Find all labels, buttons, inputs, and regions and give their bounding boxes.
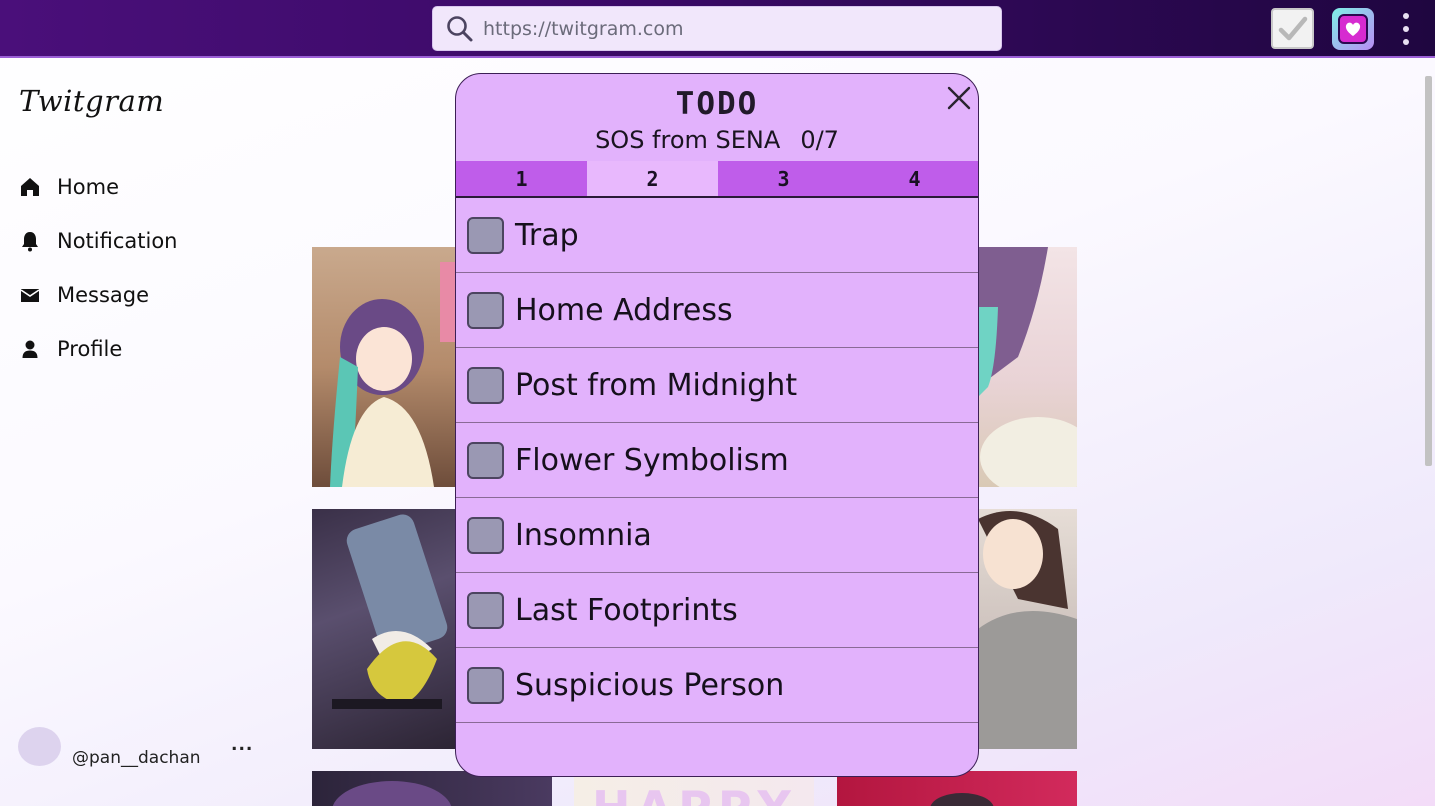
progress-count: 0/7 xyxy=(800,126,839,154)
check-icon xyxy=(1278,16,1307,40)
tab-1[interactable]: 1 xyxy=(456,161,587,196)
todo-item-trap[interactable]: Trap xyxy=(456,198,978,273)
sidebar-item-home[interactable]: Home xyxy=(19,160,178,214)
person-icon xyxy=(22,340,38,358)
sidebar-item-notification[interactable]: Notification xyxy=(19,214,178,268)
kebab-menu-icon[interactable] xyxy=(1396,10,1416,48)
bell-icon xyxy=(22,232,38,252)
modal-title: TODO xyxy=(675,86,759,122)
modal-subtitle: SOS from SENA 0/7 xyxy=(456,126,978,154)
tab-2[interactable]: 2 xyxy=(587,161,718,196)
case-name: SOS from SENA xyxy=(595,126,781,154)
user-more-button[interactable]: ... xyxy=(231,735,253,755)
todo-checkbox[interactable] xyxy=(467,591,504,629)
sidebar-item-message[interactable]: Message xyxy=(19,268,178,322)
todo-label: Insomnia xyxy=(515,517,652,553)
address-bar[interactable] xyxy=(432,6,1002,51)
todo-tabs: 1 2 3 4 xyxy=(456,161,978,198)
todo-label: Last Footprints xyxy=(515,592,738,628)
current-user[interactable]: @pan__dachan ... xyxy=(18,727,252,768)
browser-toolbar xyxy=(0,0,1435,58)
sidebar-item-label: Message xyxy=(57,283,150,307)
happy-banner-text: HAPPY xyxy=(592,781,797,806)
page-scrollbar-thumb[interactable] xyxy=(1425,76,1432,466)
user-handle: @pan__dachan xyxy=(72,748,201,768)
feed-image-phone-flower[interactable] xyxy=(312,509,457,749)
close-icon[interactable] xyxy=(946,85,972,111)
feed-image-girl-rice[interactable] xyxy=(978,247,1077,487)
todo-checkbox[interactable] xyxy=(467,666,504,704)
todo-toggle-button[interactable] xyxy=(1271,8,1314,49)
todo-label: Flower Symbolism xyxy=(515,442,789,478)
todo-label: Post from Midnight xyxy=(515,367,798,403)
todo-checkbox[interactable] xyxy=(467,291,504,329)
todo-item-home-address[interactable]: Home Address xyxy=(456,273,978,348)
todo-item-suspicious-person[interactable]: Suspicious Person xyxy=(456,648,978,723)
sidebar-nav: Home Notification Message Profile xyxy=(19,160,178,376)
sidebar-item-label: Notification xyxy=(57,229,178,253)
todo-item-insomnia[interactable]: Insomnia xyxy=(456,498,978,573)
todo-checkbox[interactable] xyxy=(467,216,504,254)
avatar[interactable] xyxy=(18,727,61,766)
todo-modal: TODO SOS from SENA 0/7 1 2 3 4 Trap Home … xyxy=(455,73,979,777)
sidebar-item-label: Home xyxy=(57,175,120,199)
todo-label: Suspicious Person xyxy=(515,667,785,703)
todo-label: Home Address xyxy=(515,292,733,328)
todo-item-flower-symbolism[interactable]: Flower Symbolism xyxy=(456,423,978,498)
todo-checkbox[interactable] xyxy=(467,441,504,479)
app-logo: Twitgram xyxy=(19,84,165,118)
tab-3[interactable]: 3 xyxy=(718,161,849,196)
heart-app-icon xyxy=(1338,14,1368,44)
home-icon xyxy=(21,178,39,196)
todo-item-post-from-midnight[interactable]: Post from Midnight xyxy=(456,348,978,423)
feed-image-smiling-woman[interactable] xyxy=(978,509,1077,749)
url-input[interactable] xyxy=(483,17,963,40)
todo-item-last-footprints[interactable]: Last Footprints xyxy=(456,573,978,648)
twitgram-app-button[interactable] xyxy=(1332,8,1374,50)
todo-checkbox[interactable] xyxy=(467,366,504,404)
feed-image-girl-sweater[interactable] xyxy=(312,247,457,487)
envelope-icon xyxy=(20,289,40,302)
tab-4[interactable]: 4 xyxy=(849,161,978,196)
sidebar-item-profile[interactable]: Profile xyxy=(19,322,178,376)
todo-list: Trap Home Address Post from Midnight Flo… xyxy=(456,198,978,723)
todo-label: Trap xyxy=(515,217,579,253)
sidebar-item-label: Profile xyxy=(57,337,123,361)
search-icon xyxy=(447,15,473,41)
todo-checkbox[interactable] xyxy=(467,516,504,554)
